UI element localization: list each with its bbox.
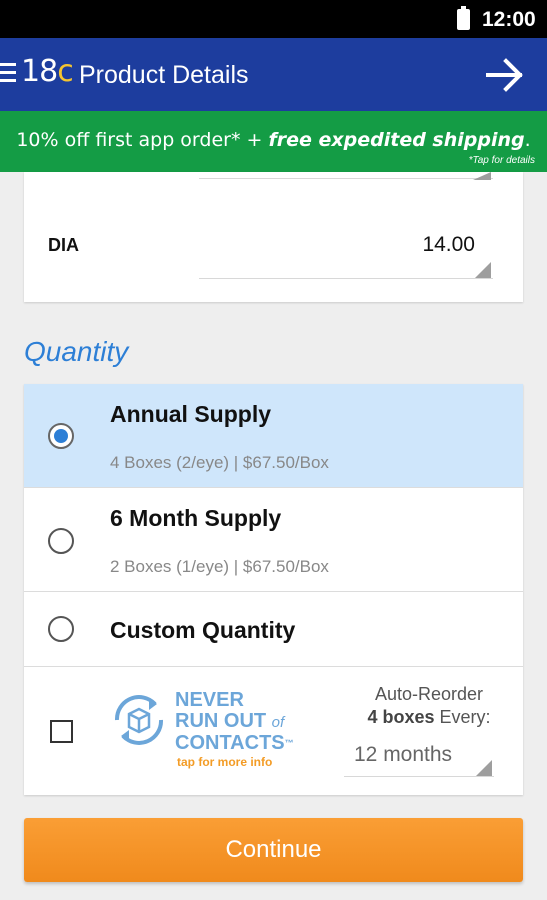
field-underline — [344, 776, 494, 777]
reorder-interval-select[interactable]: 12 months — [354, 743, 452, 767]
brand-logo: 18c — [21, 54, 74, 89]
option-name: Annual Supply — [110, 401, 271, 427]
page-title: Product Details — [79, 61, 249, 89]
promo-details-link[interactable]: *Tap for details — [469, 155, 535, 166]
option-name: 6 Month Supply — [110, 505, 282, 531]
never-run-out-text: NEVER RUN OUT of CONTACTS™ — [175, 689, 294, 754]
quantity-heading: Quantity — [24, 336, 129, 367]
radio-button-selected[interactable] — [48, 423, 74, 449]
field-underline — [199, 178, 493, 179]
battery-icon — [457, 6, 470, 30]
promo-banner[interactable]: 10% off first app order* + free expedite… — [0, 111, 547, 172]
dia-label: DIA — [48, 235, 79, 255]
prescription-card: DIA 14.00 — [24, 172, 523, 302]
radio-button[interactable] — [48, 528, 74, 554]
field-underline — [199, 278, 493, 279]
dropdown-arrow-icon[interactable] — [473, 172, 491, 180]
continue-button[interactable]: Continue — [24, 818, 523, 882]
dia-select[interactable]: 14.00 — [199, 233, 475, 257]
auto-reorder-row: NEVER RUN OUT of CONTACTS™ tap for more … — [24, 667, 523, 795]
status-bar: 12:00 — [0, 0, 547, 38]
never-run-out-promo[interactable]: NEVER RUN OUT of CONTACTS™ tap for more … — [109, 686, 319, 776]
promo-text: 10% off first app order* + free expedite… — [16, 129, 531, 151]
dropdown-arrow-icon[interactable] — [476, 760, 492, 776]
dropdown-arrow-icon[interactable] — [475, 262, 491, 278]
quantity-list: Annual Supply 4 Boxes (2/eye) | $67.50/B… — [24, 384, 523, 795]
auto-reorder-label: Auto-Reorder 4 boxes Every: — [367, 684, 491, 727]
option-name: Custom Quantity — [110, 617, 296, 643]
status-time: 12:00 — [482, 8, 536, 31]
option-6-month-supply[interactable]: 6 Month Supply 2 Boxes (1/eye) | $67.50/… — [24, 488, 523, 592]
option-detail: 2 Boxes (1/eye) | $67.50/Box — [110, 557, 329, 576]
box-refresh-icon — [114, 695, 164, 745]
app-bar: 18c Product Details — [0, 38, 547, 111]
forward-arrow-icon[interactable] — [486, 57, 524, 93]
option-annual-supply[interactable]: Annual Supply 4 Boxes (2/eye) | $67.50/B… — [24, 384, 523, 488]
radio-button[interactable] — [48, 616, 74, 642]
menu-icon[interactable] — [0, 63, 16, 83]
auto-reorder-checkbox[interactable] — [50, 720, 73, 743]
option-custom-quantity[interactable]: Custom Quantity — [24, 592, 523, 667]
more-info-link[interactable]: tap for more info — [177, 755, 272, 769]
option-detail: 4 Boxes (2/eye) | $67.50/Box — [110, 453, 329, 472]
